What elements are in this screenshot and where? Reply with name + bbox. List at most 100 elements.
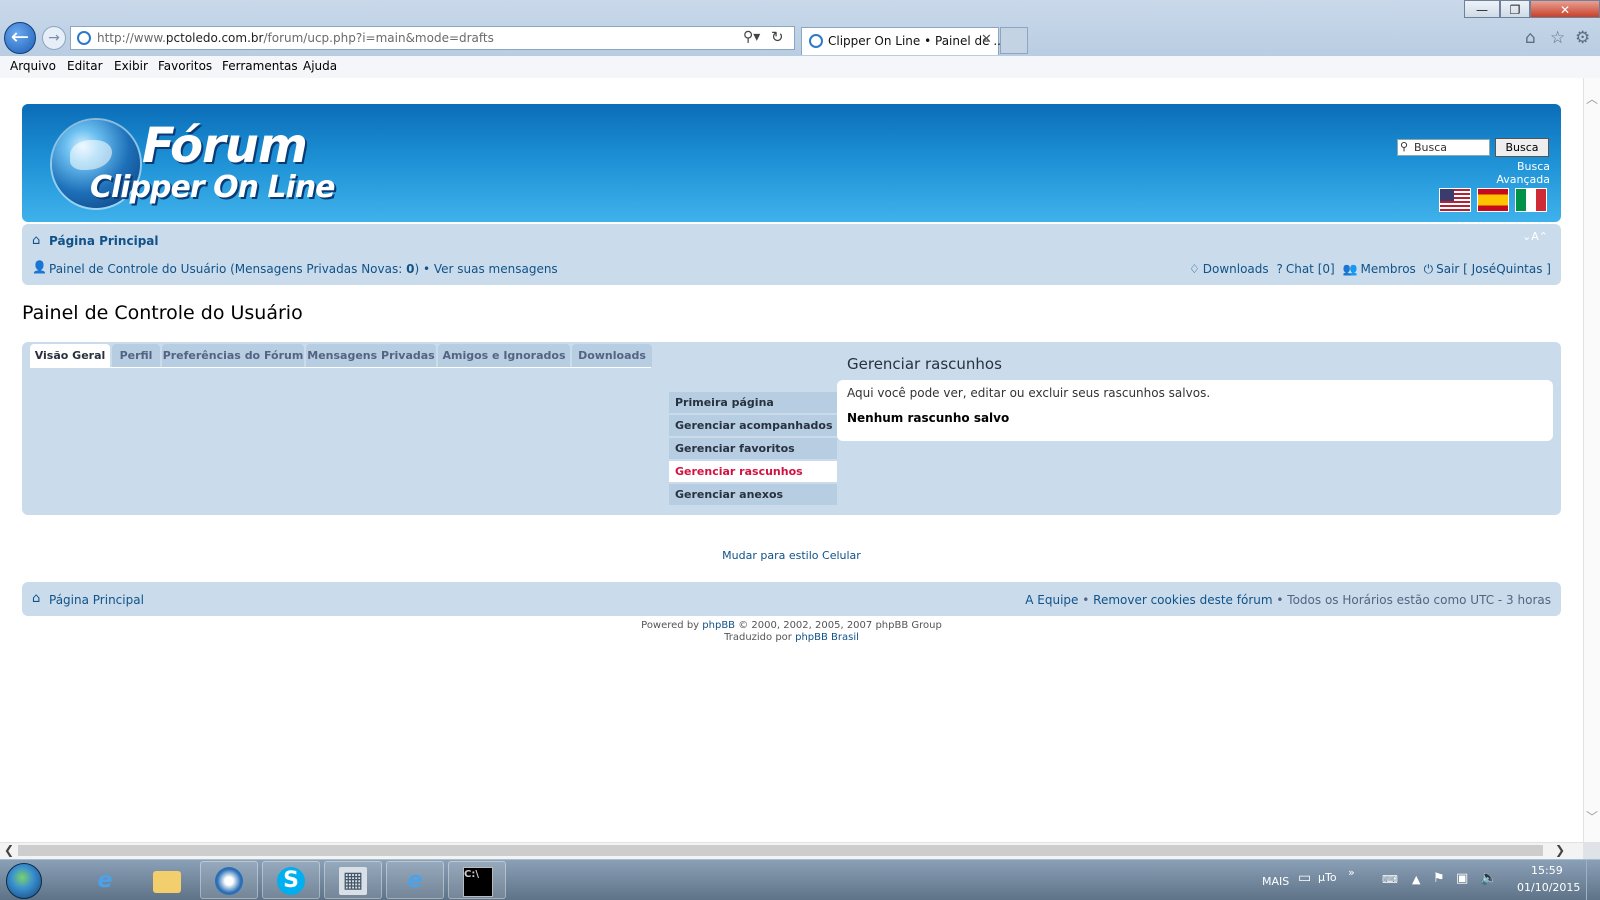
scroll-right-icon[interactable]: ❯ — [1555, 843, 1565, 857]
logo-subtitle[interactable]: Clipper On Line — [90, 170, 336, 205]
favorites-star-icon[interactable]: ☆ — [1550, 28, 1565, 48]
maximize-button[interactable]: ❐ — [1500, 0, 1530, 18]
submenu-item[interactable]: Gerenciar favoritos — [669, 438, 837, 459]
taskbar-skype[interactable]: S — [262, 861, 320, 899]
members-link[interactable]: Membros — [1360, 262, 1415, 276]
submenu-item[interactable]: Gerenciar acompanhados — [669, 415, 837, 436]
logout-link[interactable]: Sair [ JoséQuintas ] — [1436, 262, 1551, 276]
gear-icon[interactable]: ⚙ — [1575, 28, 1590, 48]
volume-icon[interactable]: 🔈 — [1480, 870, 1497, 886]
tab-downloads[interactable]: Downloads — [572, 344, 652, 367]
taskbar-cmd[interactable]: C:\ — [448, 861, 506, 899]
show-desktop-button[interactable] — [1586, 860, 1600, 900]
footer-home-link[interactable]: Página Principal — [49, 593, 144, 607]
tab-preferencias[interactable]: Preferências do Fórum — [162, 344, 304, 367]
us-flag-icon[interactable] — [1439, 188, 1471, 212]
browser-tab-active[interactable]: Clipper On Line • Painel de ... ✕ — [801, 27, 1005, 55]
vertical-scrollbar[interactable]: ︿ ﹀ — [1583, 78, 1600, 842]
tab-amigos-ignorados[interactable]: Amigos e Ignorados — [438, 344, 570, 367]
action-center-flag-icon[interactable]: ⚑ — [1433, 871, 1445, 886]
view-messages-link[interactable]: Ver suas mensagens — [434, 262, 558, 276]
ucp-info: Painel de Controle do Usuário (Mensagens… — [49, 262, 558, 276]
network-icon[interactable]: ▣ — [1456, 871, 1468, 886]
taskbar-thunderbird[interactable] — [200, 861, 258, 899]
menu-editar[interactable]: Editar — [67, 59, 103, 73]
home-icon: ⌂ — [32, 591, 41, 606]
submenu-item[interactable]: Primeira página — [669, 392, 837, 413]
show-hidden-icon[interactable]: ▲ — [1412, 873, 1420, 886]
tab-mensagens-privadas[interactable]: Mensagens Privadas — [306, 344, 436, 367]
tray-monitor-icon[interactable]: ▭ — [1298, 870, 1311, 886]
taskbar-app[interactable]: ▦ — [324, 861, 382, 899]
tab-visao-geral[interactable]: Visão Geral — [30, 344, 110, 368]
chat-link[interactable]: Chat [0] — [1286, 262, 1335, 276]
clock-date[interactable]: 01/10/2015 — [1517, 881, 1580, 894]
start-button[interactable] — [6, 863, 42, 899]
copyright: Powered by phpBB © 2000, 2002, 2005, 200… — [641, 620, 942, 643]
clock-time[interactable]: 15:59 — [1531, 864, 1563, 877]
address-bar[interactable]: http://www.pctoledo.com.br/forum/ucp.php… — [70, 26, 795, 50]
tab-close-icon[interactable]: ✕ — [981, 32, 992, 47]
remove-cookies-link[interactable]: Remover cookies deste fórum — [1093, 593, 1272, 607]
submenu-item-active[interactable]: Gerenciar rascunhos — [669, 461, 837, 482]
new-tab-button[interactable] — [1000, 27, 1028, 54]
address-url[interactable]: http://www.pctoledo.com.br/forum/ucp.php… — [97, 31, 494, 45]
tray-mais[interactable]: MAIS — [1262, 875, 1289, 888]
scroll-up-icon[interactable]: ︿ — [1586, 90, 1598, 107]
home-icon[interactable]: ⌂ — [1525, 28, 1536, 48]
submenu-item[interactable]: Gerenciar anexos — [669, 484, 837, 505]
advanced-search-link[interactable]: Busca Avançada — [1462, 160, 1550, 186]
empty-drafts-message: Nenhum rascunho salvo — [847, 411, 1010, 425]
back-button[interactable]: ← — [4, 22, 36, 54]
search-button[interactable]: Busca — [1495, 138, 1549, 157]
forum-header: Fórum Clipper On Line ⚲ Busca Busca Busc… — [22, 104, 1561, 222]
scroll-left-icon[interactable]: ❮ — [4, 843, 14, 857]
scrollbar-thumb[interactable] — [18, 845, 1543, 856]
logo-title[interactable]: Fórum — [142, 118, 308, 174]
font-size-control[interactable]: ⌄A⌃ — [1522, 230, 1548, 243]
team-link[interactable]: A Equipe — [1025, 593, 1078, 607]
logout-icon: ⏻ — [1423, 262, 1434, 276]
keyboard-icon[interactable]: ⌨ — [1382, 873, 1398, 886]
navbar: ⌂ Página Principal ⌄A⌃ 👤 Painel de Contr… — [22, 224, 1561, 285]
close-window-button[interactable]: ✕ — [1530, 0, 1600, 18]
nav-user-links: ♢ Downloads ? Chat [0] 👥 Membros ⏻ Sair [ Jo… — [1189, 262, 1551, 277]
ie-icon: e — [407, 868, 423, 893]
tray-more[interactable]: » — [1348, 866, 1355, 879]
page-title: Painel de Controle do Usuário — [22, 302, 303, 324]
content-title: Gerenciar rascunhos — [847, 355, 1002, 373]
taskbar-ie-active[interactable]: e — [386, 861, 444, 899]
mobile-style-link: Mudar para estilo Celular — [722, 549, 861, 562]
tab-perfil[interactable]: Perfil — [112, 344, 160, 367]
horizontal-scrollbar[interactable]: ❮ ❯ — [0, 842, 1583, 859]
page-viewport: Fórum Clipper On Line ⚲ Busca Busca Busc… — [0, 78, 1583, 842]
es-flag-icon[interactable] — [1477, 188, 1509, 212]
phpbb-link[interactable]: phpBB — [702, 620, 735, 631]
tab-favicon-icon — [809, 34, 823, 48]
forward-button[interactable]: → — [42, 26, 66, 50]
it-flag-icon[interactable] — [1515, 188, 1547, 212]
ucp-link[interactable]: Painel de Controle do Usuário — [49, 262, 226, 276]
menu-ajuda[interactable]: Ajuda — [303, 59, 337, 73]
menu-exibir[interactable]: Exibir — [114, 59, 148, 73]
members-icon: 👥 — [1342, 262, 1358, 276]
refresh-icon[interactable]: ↻ — [771, 28, 784, 46]
timezone-text: Todos os Horários estão como UTC - 3 hor… — [1287, 593, 1551, 607]
taskbar-explorer[interactable] — [138, 861, 196, 899]
menu-ferramentas[interactable]: Ferramentas — [222, 59, 298, 73]
tray-utorrent[interactable]: µTo — [1318, 871, 1337, 884]
menu-favoritos[interactable]: Favoritos — [158, 59, 212, 73]
taskbar-ie-pinned[interactable]: e — [76, 861, 134, 899]
address-search-icon[interactable]: ⚲▾ — [743, 29, 760, 45]
minimize-button[interactable]: — — [1464, 0, 1500, 18]
nav-home-link[interactable]: Página Principal — [49, 234, 159, 248]
ie-icon: e — [97, 868, 113, 893]
folder-icon — [153, 871, 181, 893]
search-input[interactable]: ⚲ Busca — [1397, 139, 1490, 156]
ie-page-icon — [77, 31, 91, 45]
downloads-link[interactable]: Downloads — [1203, 262, 1269, 276]
scroll-down-icon[interactable]: ﹀ — [1586, 808, 1598, 825]
menu-arquivo[interactable]: Arquivo — [10, 59, 56, 73]
home-icon: ⌂ — [32, 233, 41, 248]
phpbb-brasil-link[interactable]: phpBB Brasil — [795, 632, 859, 643]
